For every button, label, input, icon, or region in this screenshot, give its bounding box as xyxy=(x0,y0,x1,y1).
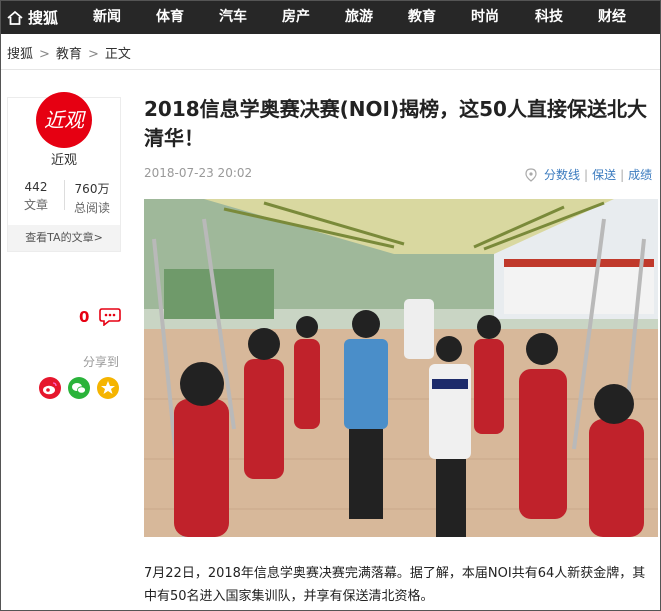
breadcrumb: 搜狐 > 教育 > 正文 xyxy=(7,43,131,62)
articles-label: 文章 xyxy=(23,198,48,212)
qzone-share-icon[interactable] xyxy=(97,377,119,399)
nav-item-news[interactable]: 新闻 xyxy=(93,1,121,34)
nav-item-education[interactable]: 教育 xyxy=(408,1,436,34)
nav-item-fashion[interactable]: 时尚 xyxy=(471,1,499,34)
weibo-share-icon[interactable] xyxy=(39,377,61,399)
comment-widget[interactable]: 0 xyxy=(79,308,122,326)
page-frame: 搜狐 新闻 体育 汽车 房产 旅游 教育 时尚 科技 财经 搜狐 > 教育 > 正文 近… xyxy=(0,0,661,611)
stat-reads: 760万 总阅读 xyxy=(64,180,120,216)
article-photo xyxy=(144,199,658,537)
nav-item-auto[interactable]: 汽车 xyxy=(219,1,247,34)
home-link[interactable]: 搜狐 xyxy=(7,1,58,34)
breadcrumb-separator: > xyxy=(87,47,99,62)
comment-icon[interactable] xyxy=(99,308,122,326)
wechat-share-icon[interactable] xyxy=(68,377,90,399)
share-label: 分享到 xyxy=(83,355,120,369)
breadcrumb-separator: > xyxy=(39,47,50,62)
article-tags: 分数线 | 保送 | 成绩 xyxy=(524,166,652,183)
nav-item-sports[interactable]: 体育 xyxy=(156,1,184,34)
article-paragraph: 7月22日，2018年信息学奥赛决赛完满落幕。据了解，本届NOI共有64人新获金… xyxy=(144,566,646,604)
tag-link[interactable]: 分数线 xyxy=(544,166,580,183)
author-name[interactable]: 近观 xyxy=(8,149,120,168)
view-all-articles-link[interactable]: 查看TA的文章> xyxy=(8,225,120,251)
breadcrumb-home[interactable]: 搜狐 xyxy=(7,47,33,62)
tag-link[interactable]: 保送 xyxy=(592,166,616,183)
articles-count: 442 xyxy=(24,180,48,194)
nav-item-finance[interactable]: 财经 xyxy=(598,1,626,34)
top-nav: 搜狐 新闻 体育 汽车 房产 旅游 教育 时尚 科技 财经 xyxy=(1,1,660,34)
tag-separator: | xyxy=(584,167,589,182)
tag-separator: | xyxy=(620,167,625,182)
comment-count: 0 xyxy=(79,308,90,326)
nav-item-tech[interactable]: 科技 xyxy=(535,1,563,34)
reads-count: 760万 xyxy=(74,182,110,196)
stat-articles: 442 文章 xyxy=(8,180,64,213)
tag-link[interactable]: 成绩 xyxy=(628,166,652,183)
article-title: 2018信息学奥赛决赛(NOI)揭榜，这50人直接保送北大清华！ xyxy=(144,97,647,150)
nav-item-travel[interactable]: 旅游 xyxy=(345,1,373,34)
tag-icon xyxy=(525,167,537,182)
home-label: 搜狐 xyxy=(28,9,59,27)
divider xyxy=(1,69,660,70)
breadcrumb-current: 正文 xyxy=(104,47,131,62)
reads-label: 总阅读 xyxy=(73,201,110,215)
home-icon xyxy=(7,10,23,25)
article-date: 2018-07-23 20:02 xyxy=(144,166,253,180)
avatar[interactable]: 近观 xyxy=(36,92,92,148)
nav-item-house[interactable]: 房产 xyxy=(282,1,310,34)
author-card: 近观 近观 442 文章 760万 总阅读 查看TA的文章> xyxy=(8,92,120,251)
breadcrumb-education[interactable]: 教育 xyxy=(56,47,82,62)
